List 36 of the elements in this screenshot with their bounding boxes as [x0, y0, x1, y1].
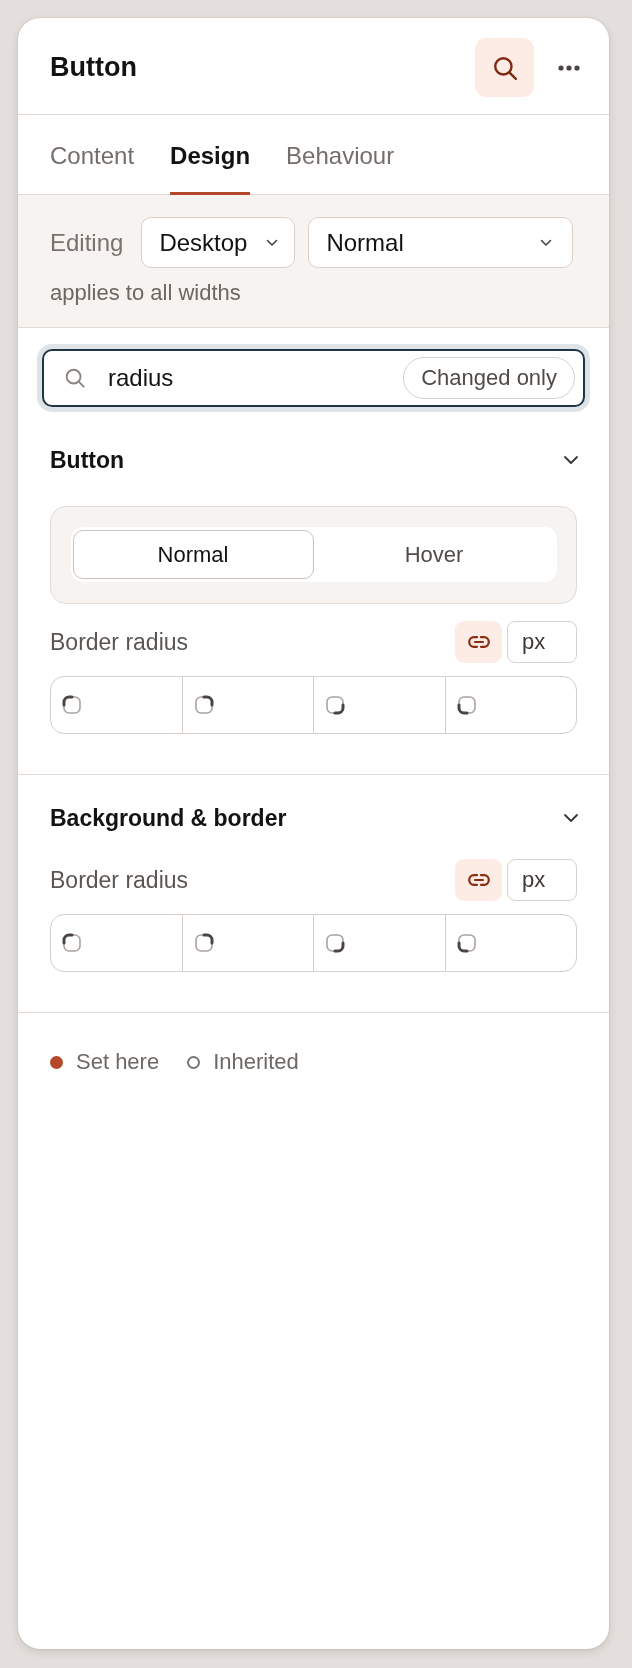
legend-label: Set here: [76, 1049, 160, 1075]
more-icon[interactable]: [558, 64, 580, 71]
state-tab[interactable]: Hover: [313, 530, 555, 579]
rounded-corner-icon: [455, 694, 478, 716]
rounded-corner-icon: [61, 694, 83, 716]
rounded-corner-icon: [324, 932, 346, 954]
tab[interactable]: Behaviour: [286, 115, 395, 195]
legend-label: Inherited: [213, 1049, 299, 1075]
unit-select[interactable]: px: [507, 859, 577, 901]
changed-only-toggle[interactable]: Changed only: [403, 357, 575, 399]
link-button[interactable]: [455, 621, 502, 663]
rounded-corner-icon: [324, 694, 346, 716]
state-dropdown[interactable]: Normal: [308, 217, 573, 268]
state-tab[interactable]: Normal: [72, 530, 314, 579]
search-icon: [64, 367, 86, 389]
unit-select[interactable]: px: [507, 621, 577, 663]
editing-note: applies to all widths: [50, 279, 242, 307]
section-title: Button: [50, 446, 125, 474]
rounded-corner-icon: [455, 932, 478, 954]
rounded-corner-icon: [61, 932, 83, 954]
rounded-corner-icon: [192, 694, 215, 716]
link-icon: [467, 636, 490, 648]
search-button[interactable]: [475, 38, 534, 97]
panel-title: Button: [50, 52, 137, 83]
device-dropdown[interactable]: Desktop: [141, 217, 296, 268]
editing-label: Editing: [50, 228, 124, 257]
field-label: Border radius: [50, 866, 189, 894]
link-button[interactable]: [455, 859, 502, 901]
section-title: Background & border: [50, 804, 287, 832]
field-label: Border radius: [50, 628, 189, 656]
search-icon: [491, 54, 518, 81]
chevron-down-icon: [266, 238, 279, 247]
chevron-down-icon: [540, 238, 552, 247]
link-icon: [467, 874, 490, 886]
rounded-corner-icon: [192, 932, 215, 954]
tab[interactable]: Content: [50, 115, 135, 195]
